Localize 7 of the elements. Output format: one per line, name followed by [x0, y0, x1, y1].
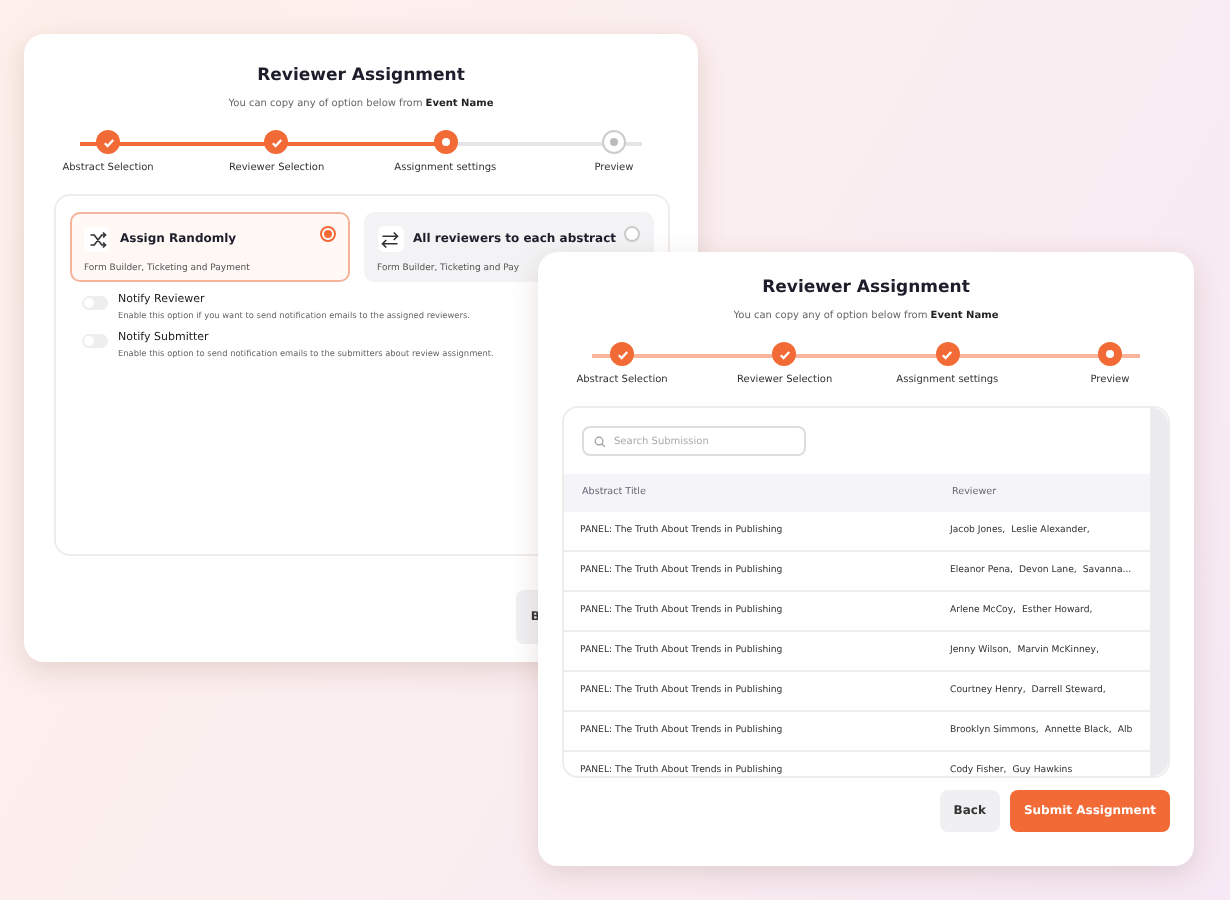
dialog-title: Reviewer Assignment: [255, 66, 467, 86]
dialog-title: Reviewer Assignment: [760, 278, 972, 298]
shuffle-icon: [87, 229, 107, 249]
swap-arrows-icon: [380, 229, 401, 249]
radio-button[interactable]: [319, 226, 336, 242]
search-icon: [594, 435, 606, 447]
radio-button[interactable]: [624, 226, 640, 242]
